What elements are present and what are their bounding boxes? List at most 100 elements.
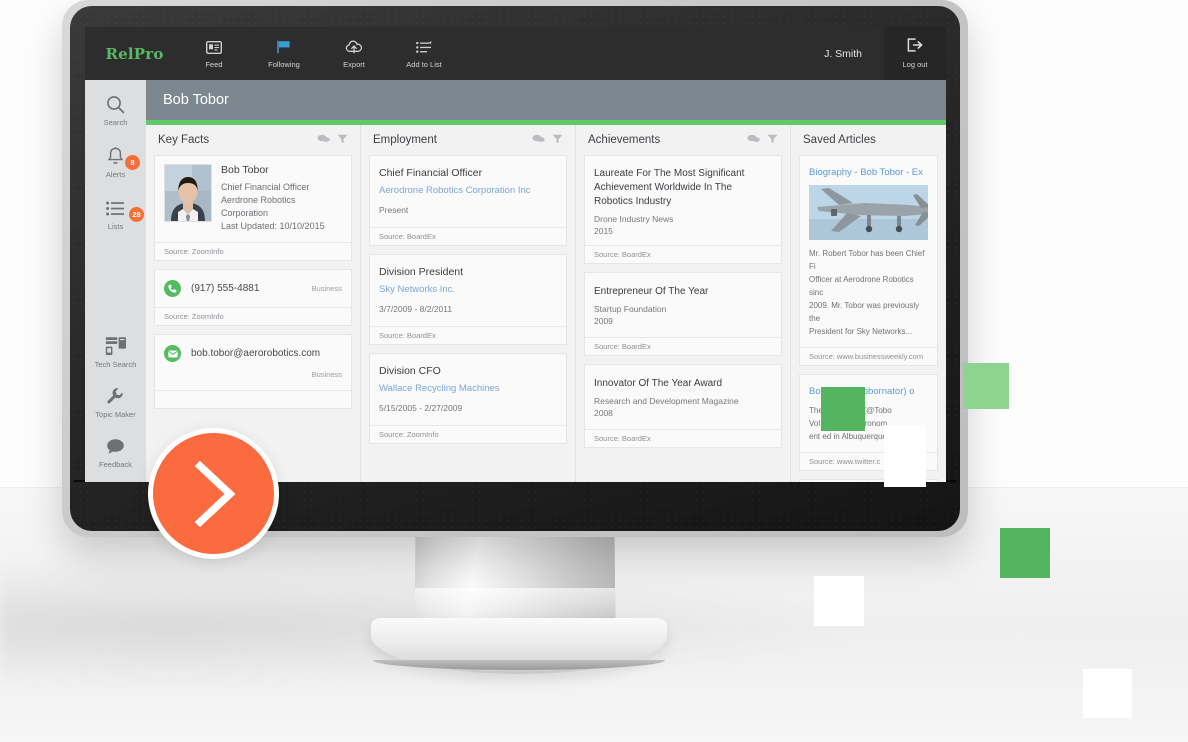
comment-icon[interactable] [532,131,545,149]
deco-square-white-bottom [1083,669,1132,718]
source-label: Source: ZoomInfo [370,425,566,443]
logout-label: Log out [902,60,928,69]
employment-card: Chief Financial Officer Aerodrone Roboti… [369,155,567,246]
sidebar-item-search[interactable]: Search [85,93,146,127]
deco-square-green [1000,528,1050,578]
job-role: Division CFO [379,365,441,377]
person-name: Bob Tobor [221,164,269,176]
play-chevron-icon [194,460,235,527]
phone-value: (917) 555-4881 [191,283,260,294]
achievement-year: 2008 [594,408,613,418]
column-header-achievements: Achievements [584,125,782,155]
alerts-badge: 8 [125,155,140,170]
add-to-list-icon [415,39,433,56]
source-label: Source: BoardEx [585,337,781,355]
search-icon [106,93,125,115]
key-facts-email-card: bob.tobor@aerorobotics.com Business [154,334,352,409]
filter-icon[interactable] [337,131,348,149]
source-label: Source: ZoomInfo [155,307,351,325]
job-company-link[interactable]: Wallace Recycling Machines [379,383,557,394]
comment-icon[interactable] [747,131,760,149]
column-title-saved-articles: Saved Articles [803,134,876,146]
column-header-actions [747,131,778,149]
job-company-link[interactable]: Aerodrone Robotics Corporation Inc [379,185,557,196]
email-type-row: Business [155,364,351,390]
column-header-employment: Employment [369,125,567,155]
column-achievements: Achievements Laureate For The Most Signi… [576,125,791,482]
user-area: J. Smith Log out [824,27,946,80]
deco-square-green-light [963,363,1009,409]
job-company-link[interactable]: Sky Networks Inc. [379,284,557,295]
job-dates: 3/7/2009 - 8/2/2011 [379,304,453,314]
username-label: J. Smith [824,47,862,60]
wrench-icon [106,385,125,407]
nav-item-feed[interactable]: Feed [186,39,242,69]
column-title-key-facts: Key Facts [158,134,210,146]
scene: RelPro Feed Following Export Add to List… [0,0,1188,742]
cloud-upload-icon [345,39,363,56]
employment-body: Division President Sky Networks Inc. 3/7… [370,255,566,326]
key-facts-person-body: Bob Tobor Chief Financial Officer Aerdro… [155,156,351,242]
source-label: Source: ZoomInfo [155,242,351,260]
column-title-achievements: Achievements [588,134,661,146]
sidebar-item-topic-maker[interactable]: Topic Maker [85,385,146,419]
sidebar-label-lists: Lists [107,222,124,231]
key-facts-phone-card: (917) 555-4881 Business Source: ZoomInfo [154,269,352,326]
article-body-line: President for Sky Networks... [809,327,913,336]
avatar [164,164,212,222]
nav-label-feed: Feed [205,59,223,69]
relpro-logo[interactable]: RelPro [97,45,172,63]
screen: RelPro Feed Following Export Add to List… [85,27,946,482]
article-body-line: Mr. Robert Tobor has been Chief Fi [809,249,925,271]
page-title: Bob Tobor [163,92,229,108]
play-button[interactable] [148,428,279,559]
achievement-award: Entrepreneur Of The Year [594,286,709,297]
sidebar-label-alerts: Alerts [105,170,126,179]
logout-button[interactable]: Log out [884,27,946,80]
logout-icon [907,38,923,57]
achievement-card: Laureate For The Most Significant Achiev… [584,155,782,264]
sidebar-label-tech-search: Tech Search [94,360,137,369]
column-header-saved-articles: Saved Articles [799,125,938,155]
job-dates: 5/15/2005 - 2/27/2009 [379,403,463,413]
achievement-body: Laureate For The Most Significant Achiev… [585,156,781,245]
employment-card: Division President Sky Networks Inc. 3/7… [369,254,567,345]
filter-icon[interactable] [767,131,778,149]
source-label: Source: www.businessweekly.com [800,347,937,365]
sidebar-item-tech-search[interactable]: Tech Search [85,335,146,369]
server-icon [105,335,127,357]
phone-icon [164,280,181,297]
column-employment: Employment Chief Financial Officer Aerod… [361,125,576,482]
employment-body: Chief Financial Officer Aerodrone Roboti… [370,156,566,227]
nav-item-following[interactable]: Following [256,39,312,69]
article-headline-link[interactable]: Biography - Bob Tobor - Ex [809,166,928,179]
page-title-bar: Bob Tobor [146,80,946,120]
sidebar-item-alerts[interactable]: 8 Alerts [85,145,146,179]
achievement-card: Innovator Of The Year Award Research and… [584,364,782,448]
phone-type: Business [311,284,342,293]
list-icon [106,197,125,219]
email-value: bob.tobor@aerorobotics.com [191,348,321,359]
nav-label-following: Following [268,59,300,69]
lists-badge: 28 [129,207,144,222]
nav-label-add-to-list: Add to List [406,59,442,69]
phone-row: (917) 555-4881 Business [155,270,351,307]
sidebar-label-feedback: Feedback [99,460,132,469]
achievement-body: Innovator Of The Year Award Research and… [585,365,781,429]
key-facts-person-card: Bob Tobor Chief Financial Officer Aerdro… [154,155,352,261]
sidebar-item-feedback[interactable]: Feedback [85,435,146,469]
deco-square-green-overlay [821,387,865,431]
sidebar-item-lists[interactable]: 28 Lists [85,197,146,231]
column-header-actions [532,131,563,149]
person-job-title: Chief Financial Officer [221,182,310,192]
achievement-body: Entrepreneur Of The Year Startup Foundat… [585,273,781,337]
achievement-org: Research and Development Magazine [594,396,739,406]
nav-item-export[interactable]: Export [326,39,382,69]
nav-item-add-to-list[interactable]: Add to List [396,39,452,69]
article-body: Biography - Bob Tobor - Ex Mr. Robert To… [800,156,937,347]
column-key-facts: Key Facts Bob Tobor Chief Financial Offi… [146,125,361,482]
person-company-line2: Corporation [221,208,269,218]
comment-icon[interactable] [317,131,330,149]
filter-icon[interactable] [552,131,563,149]
column-title-employment: Employment [373,134,437,146]
